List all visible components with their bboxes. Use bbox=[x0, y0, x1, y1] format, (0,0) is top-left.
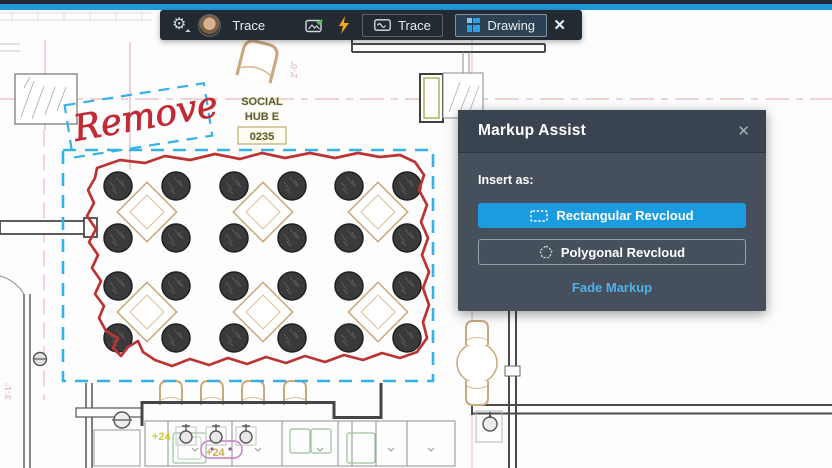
markup-assist-body: Insert as: Rectangular Revcloud Polygona… bbox=[458, 153, 766, 311]
ceiling-grid bbox=[0, 12, 152, 52]
polygonal-revcloud-button[interactable]: Polygonal Revcloud bbox=[478, 239, 746, 265]
trace-snapshot-check-icon[interactable] bbox=[305, 18, 324, 33]
round-table bbox=[456, 320, 498, 406]
counter-height-label-b: +24 bbox=[206, 447, 226, 459]
polygonal-revcloud-icon bbox=[539, 245, 553, 259]
room-name-line1: SOCIAL bbox=[241, 96, 283, 108]
fade-markup-link[interactable]: Fade Markup bbox=[478, 280, 746, 295]
close-trace-icon[interactable]: ✕ bbox=[553, 16, 566, 34]
app-window: SOCIAL HUB E 0235 +24 +24 2'-0" 3'-1" Re… bbox=[0, 0, 832, 468]
user-avatar[interactable] bbox=[198, 13, 222, 37]
markup-assist-panel: Markup Assist ✕ Insert as: Rectangular R… bbox=[458, 110, 766, 311]
remove-markup[interactable]: Remove bbox=[63, 81, 222, 159]
remove-handwriting: Remove bbox=[69, 84, 221, 150]
dimension-label-top: 2'-0" bbox=[289, 61, 299, 78]
drawing-view-button[interactable]: Drawing bbox=[454, 13, 548, 37]
room-label: SOCIAL HUB E 0235 bbox=[237, 95, 287, 145]
column-hatch-left bbox=[14, 73, 78, 125]
trace-toolbar: ⚙ Trace Trace Drawing ✕ bbox=[160, 10, 582, 40]
markup-assist-header: Markup Assist ✕ bbox=[458, 110, 766, 153]
room-number: 0235 bbox=[250, 131, 274, 143]
trace-view-button[interactable]: Trace bbox=[362, 13, 443, 37]
quick-measure-lightning-icon[interactable] bbox=[338, 16, 350, 34]
room-name-line2: HUB E bbox=[245, 111, 279, 123]
rectangular-revcloud-label: Rectangular Revcloud bbox=[556, 208, 694, 223]
door-leaf bbox=[0, 275, 141, 468]
rectangular-revcloud-button[interactable]: Rectangular Revcloud bbox=[478, 203, 746, 228]
drawing-button-label: Drawing bbox=[487, 17, 536, 33]
counter-height-label-a: +24 bbox=[152, 431, 172, 443]
dining-tables bbox=[104, 172, 421, 352]
trace-button-label: Trace bbox=[398, 17, 431, 33]
polygonal-revcloud-label: Polygonal Revcloud bbox=[560, 244, 686, 260]
rectangular-revcloud-icon bbox=[530, 209, 549, 222]
insert-as-label: Insert as: bbox=[478, 173, 534, 187]
trace-icon bbox=[374, 19, 391, 31]
trace-name-label: Trace bbox=[232, 17, 266, 33]
panel-title: Markup Assist bbox=[478, 122, 586, 139]
settings-gear-icon[interactable]: ⚙ bbox=[172, 17, 192, 35]
panel-close-icon[interactable]: ✕ bbox=[737, 122, 750, 140]
dimension-label-left: 3'-1" bbox=[3, 383, 13, 400]
drawing-grid-icon bbox=[466, 18, 481, 32]
settings-caret-icon bbox=[185, 29, 192, 35]
